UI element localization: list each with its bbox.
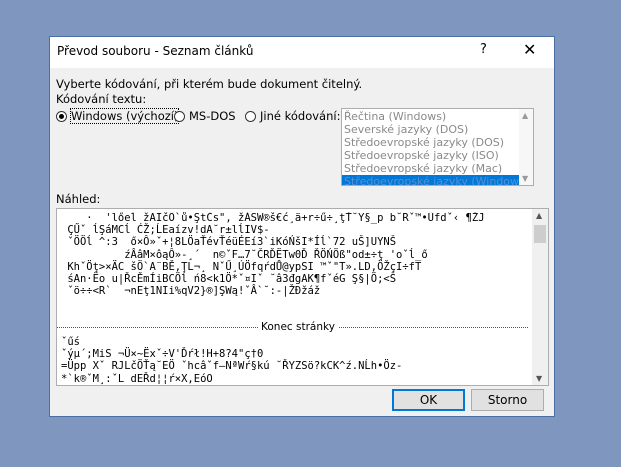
scroll-down-icon[interactable]: ▼ (522, 174, 528, 183)
encoding-option[interactable]: Středoevropské jazyky (Windows) (342, 175, 529, 185)
preview-line: ˇýµ´;MiS ¬Ü×~Ëxˇ÷V'Ďŕł!H+8?4"ç†0 (61, 348, 264, 361)
preview-line: ˇűś (61, 336, 80, 348)
preview-line: śAn·Ëo u|ŘcĚmÍiBCÖĺ ń8<k1Ö*ˇ¤Iˇ ˘â3đgAK¶… (61, 273, 397, 286)
help-button[interactable]: ? (480, 42, 487, 57)
preview-line: KhˇÖţ>×ÄC šÖ`A¨BĚ,ŢL¬¸ NˇŰ¸ÚÖfqŕdŮ@ypSI … (61, 260, 422, 273)
preview-scrollbar[interactable]: ▲ ▼ (532, 209, 548, 385)
preview-line: · 'lőeĺ žAIčÖ`ů•ŞtČs", žÁSW®š€ć¸ä+r÷ű÷¸ţ… (61, 212, 485, 224)
radio-label-ms-dos: MS-DOS (189, 109, 236, 123)
close-icon[interactable]: ✕ (523, 40, 536, 59)
preview-text-top: · 'lőeĺ žAIčÖ`ů•ŞtČs", žÁSW®š€ć¸ä+r÷ű÷¸ţ… (61, 212, 532, 297)
preview-line: ˇö÷÷<R` ¬nEţ1NIi%qV2}®]ŞWą!ˇÂ`˘:-|ŽĐžáž (61, 285, 321, 298)
title-bar: Převod souboru - Seznam článků ? ✕ (50, 37, 554, 68)
preview-line: ˇÖÖĺ ^:3 ő×Ô»ˇ+¦8LÖaŤévŤéüÉEí3`iKóŃšI*Íĺ… (61, 236, 397, 249)
encoding-listbox[interactable]: Řečtina (Windows) Severské jazyky (DOS) St… (341, 108, 534, 186)
cancel-button[interactable]: Storno (471, 389, 544, 411)
preview-line: ÇŰˇ ĺŞáMCĺ ĆŽ;ĹEaízv!dA˘r±lĺIV$- (61, 224, 270, 237)
radio-selected-icon (56, 110, 67, 122)
encoding-option[interactable]: Řečtina (Windows) (342, 110, 520, 123)
radio-label-windows: Windows (výchozí) (69, 108, 180, 124)
listbox-scrollbar[interactable]: ▲ ▼ (519, 109, 533, 185)
page-break: Konec stránky (57, 321, 528, 335)
dialog-title: Převod souboru - Seznam článků (57, 44, 254, 58)
preview-line: =Üpp Xˇ RJLčÖŤą˘EÖ ˇhcâˇf—NªWŕ§kú ˘ŘYZSö… (61, 360, 403, 373)
preview-label: Náhled: (56, 192, 101, 206)
encoding-option[interactable]: Severské jazyky (DOS) (342, 123, 520, 136)
scroll-up-icon[interactable]: ▲ (522, 111, 528, 120)
radio-ms-dos[interactable]: MS-DOS (174, 108, 236, 124)
encoding-option[interactable]: Středoevropské jazyky (Mac) (342, 162, 520, 175)
radio-label-other: Jiné kódování: (260, 109, 341, 123)
scroll-up-icon[interactable]: ▲ (536, 211, 542, 220)
preview-line: *`k®ˇM¸:ˇL dEŘd¦¦ŕ×X,EóO (61, 372, 213, 385)
radio-unselected-icon (174, 110, 185, 122)
preview-text-bottom: ˇűś ˇýµ´;MiS ¬Ü×~Ëxˇ÷V'Ďŕł!H+8?4"ç†0 =Üpp … (61, 336, 532, 385)
scroll-down-icon[interactable]: ▼ (536, 374, 542, 383)
encoding-group-label: Kódování textu: (56, 92, 147, 106)
instruction-text: Vyberte kódování, při kterém bude dokume… (56, 77, 363, 91)
file-conversion-dialog: Převod souboru - Seznam článků ? ✕ Vyber… (49, 36, 555, 417)
ok-button[interactable]: OK (392, 389, 465, 411)
scroll-thumb[interactable] (534, 225, 546, 243)
radio-other-encoding[interactable]: Jiné kódování: (245, 108, 340, 124)
preview-pane[interactable]: · 'lőeĺ žAIčÖ`ů•ŞtČs", žÁSW®š€ć¸ä+r÷ű÷¸ţ… (56, 208, 549, 386)
encoding-option[interactable]: Středoevropské jazyky (DOS) (342, 136, 520, 149)
encoding-list: Řečtina (Windows) Severské jazyky (DOS) St… (342, 110, 529, 185)
encoding-option[interactable]: Středoevropské jazyky (ISO) (342, 149, 520, 162)
page-break-label: Konec stránky (258, 321, 338, 333)
preview-line: źÂâM×ôąÔ»-¸´ n©ˇF…7˘ČRĎËTw0Ď ŘÖŃÖß"od±÷ţ… (61, 248, 428, 261)
radio-windows-default[interactable]: Windows (výchozí) (56, 108, 180, 124)
radio-unselected-icon (245, 110, 256, 122)
